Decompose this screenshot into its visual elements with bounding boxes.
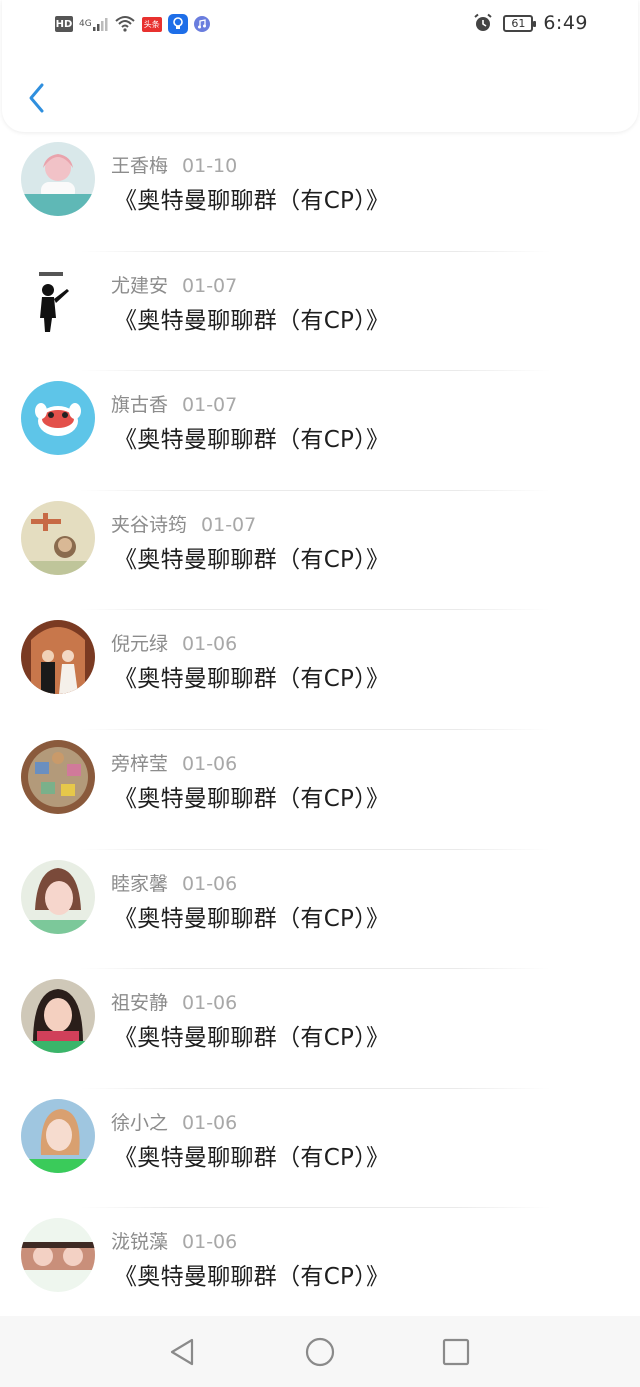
message-text: 《奥特曼聊聊群（有CP）》 <box>114 1025 390 1052</box>
list-item[interactable]: 泷锐藻 01-06 《奥特曼聊聊群（有CP）》 <box>0 1208 640 1328</box>
avatar[interactable] <box>21 381 95 456</box>
sender-name: 祖安静 <box>111 992 169 1015</box>
message-text: 《奥特曼聊聊群（有CP）》 <box>114 188 390 214</box>
message-text: 《奥特曼聊聊群（有CP）》 <box>114 427 390 454</box>
list-item[interactable]: 夹谷诗筠 01-07 《奥特曼聊聊群（有CP）》 <box>0 491 640 611</box>
list-item[interactable]: 徐小之 01-06 《奥特曼聊聊群（有CP）》 <box>0 1089 640 1209</box>
top-app-bar: HD 4G 头条 61 6:49 <box>2 0 638 132</box>
sender-line: 王香梅 01-10 <box>111 151 237 178</box>
list-item[interactable]: 倪元绿 01-06 《奥特曼聊聊群（有CP）》 <box>0 610 640 730</box>
sender-name: 泷锐藻 <box>111 1231 169 1254</box>
system-nav-bar <box>0 1316 640 1387</box>
sender-name: 睦家馨 <box>111 872 169 895</box>
message-date: 01-07 <box>182 394 238 417</box>
sender-name: 尤建安 <box>111 274 169 297</box>
list-item[interactable]: 祖安静 01-06 《奥特曼聊聊群（有CP）》 <box>0 969 640 1089</box>
avatar[interactable] <box>21 500 95 575</box>
list-item[interactable]: 尤建安 01-07 《奥特曼聊聊群（有CP）》 <box>0 252 640 372</box>
message-date: 01-06 <box>182 633 238 656</box>
message-date: 01-06 <box>182 1111 238 1134</box>
sender-name: 夹谷诗筠 <box>111 513 188 536</box>
message-date: 01-06 <box>182 992 238 1015</box>
status-time: 6:49 <box>543 12 588 34</box>
message-text: 《奥特曼聊聊群（有CP）》 <box>114 905 390 932</box>
message-text: 《奥特曼聊聊群（有CP）》 <box>114 785 390 812</box>
status-bar: HD 4G 头条 61 6:49 <box>2 0 638 50</box>
nav-home-button[interactable] <box>304 1336 336 1368</box>
circle-home-icon <box>305 1337 335 1367</box>
status-right-icons: 61 6:49 <box>473 12 588 34</box>
message-text: 《奥特曼聊聊群（有CP）》 <box>114 1264 390 1291</box>
message-date: 01-06 <box>182 872 238 895</box>
message-date: 01-07 <box>182 274 238 297</box>
square-recents-icon <box>442 1338 470 1366</box>
avatar[interactable] <box>21 1098 95 1173</box>
sender-name: 旗古香 <box>111 394 169 417</box>
sender-name: 王香梅 <box>111 155 169 177</box>
message-list: 王香梅 01-10 《奥特曼聊聊群（有CP）》 尤建安 01-07 《奥特曼聊聊群（… <box>0 132 640 1328</box>
triangle-back-icon <box>170 1338 194 1366</box>
message-text: 《奥特曼聊聊群（有CP）》 <box>114 546 390 573</box>
back-button[interactable] <box>22 78 52 118</box>
nav-back-button[interactable] <box>166 1336 198 1368</box>
sender-line: 泷锐藻 01-06 <box>111 1227 237 1254</box>
sender-name: 旁梓莹 <box>111 752 169 775</box>
avatar[interactable] <box>21 620 95 695</box>
status-left-icons: HD 4G 头条 <box>55 14 210 34</box>
avatar[interactable] <box>21 261 95 336</box>
signal-type-label: 4G <box>79 19 92 29</box>
list-item[interactable]: 旁梓莹 01-06 《奥特曼聊聊群（有CP）》 <box>0 730 640 850</box>
list-item[interactable]: 王香梅 01-10 《奥特曼聊聊群（有CP）》 <box>0 132 640 252</box>
battery-icon: 61 <box>503 14 537 32</box>
music-app-icon <box>193 16 210 32</box>
signal-icon: 4G <box>79 16 108 32</box>
message-text: 《奥特曼聊聊群（有CP）》 <box>114 666 390 693</box>
message-date: 01-06 <box>182 752 238 775</box>
chevron-left-icon <box>29 83 44 113</box>
message-text: 《奥特曼聊聊群（有CP）》 <box>114 1144 390 1171</box>
sender-name: 倪元绿 <box>111 633 169 656</box>
avatar[interactable] <box>21 142 95 216</box>
lightbulb-app-icon <box>167 14 188 34</box>
message-date: 01-06 <box>182 1231 238 1254</box>
wifi-icon <box>114 15 136 33</box>
list-item[interactable]: 旗古香 01-07 《奥特曼聊聊群（有CP）》 <box>0 371 640 491</box>
sender-line: 旁梓莹 01-06 <box>111 749 237 776</box>
sender-line: 祖安静 01-06 <box>111 988 237 1015</box>
avatar[interactable] <box>21 979 95 1054</box>
nav-recents-button[interactable] <box>440 1336 472 1368</box>
hd-icon: HD <box>55 16 73 32</box>
avatar[interactable] <box>21 739 95 814</box>
toutiao-app-icon: 头条 <box>141 16 162 32</box>
message-date: 01-10 <box>182 155 238 177</box>
message-text: 《奥特曼聊聊群（有CP）》 <box>114 307 390 334</box>
sender-line: 徐小之 01-06 <box>111 1108 237 1135</box>
sender-name: 徐小之 <box>111 1111 169 1134</box>
sender-line: 旗古香 01-07 <box>111 390 237 417</box>
alarm-icon <box>473 13 493 33</box>
sender-line: 夹谷诗筠 01-07 <box>111 510 256 537</box>
message-date: 01-07 <box>201 513 257 536</box>
sender-line: 倪元绿 01-06 <box>111 629 237 656</box>
sender-line: 睦家馨 01-06 <box>111 869 237 896</box>
avatar[interactable] <box>21 859 95 934</box>
avatar[interactable] <box>21 1218 95 1293</box>
sender-line: 尤建安 01-07 <box>111 271 237 298</box>
list-item[interactable]: 睦家馨 01-06 《奥特曼聊聊群（有CP）》 <box>0 850 640 970</box>
